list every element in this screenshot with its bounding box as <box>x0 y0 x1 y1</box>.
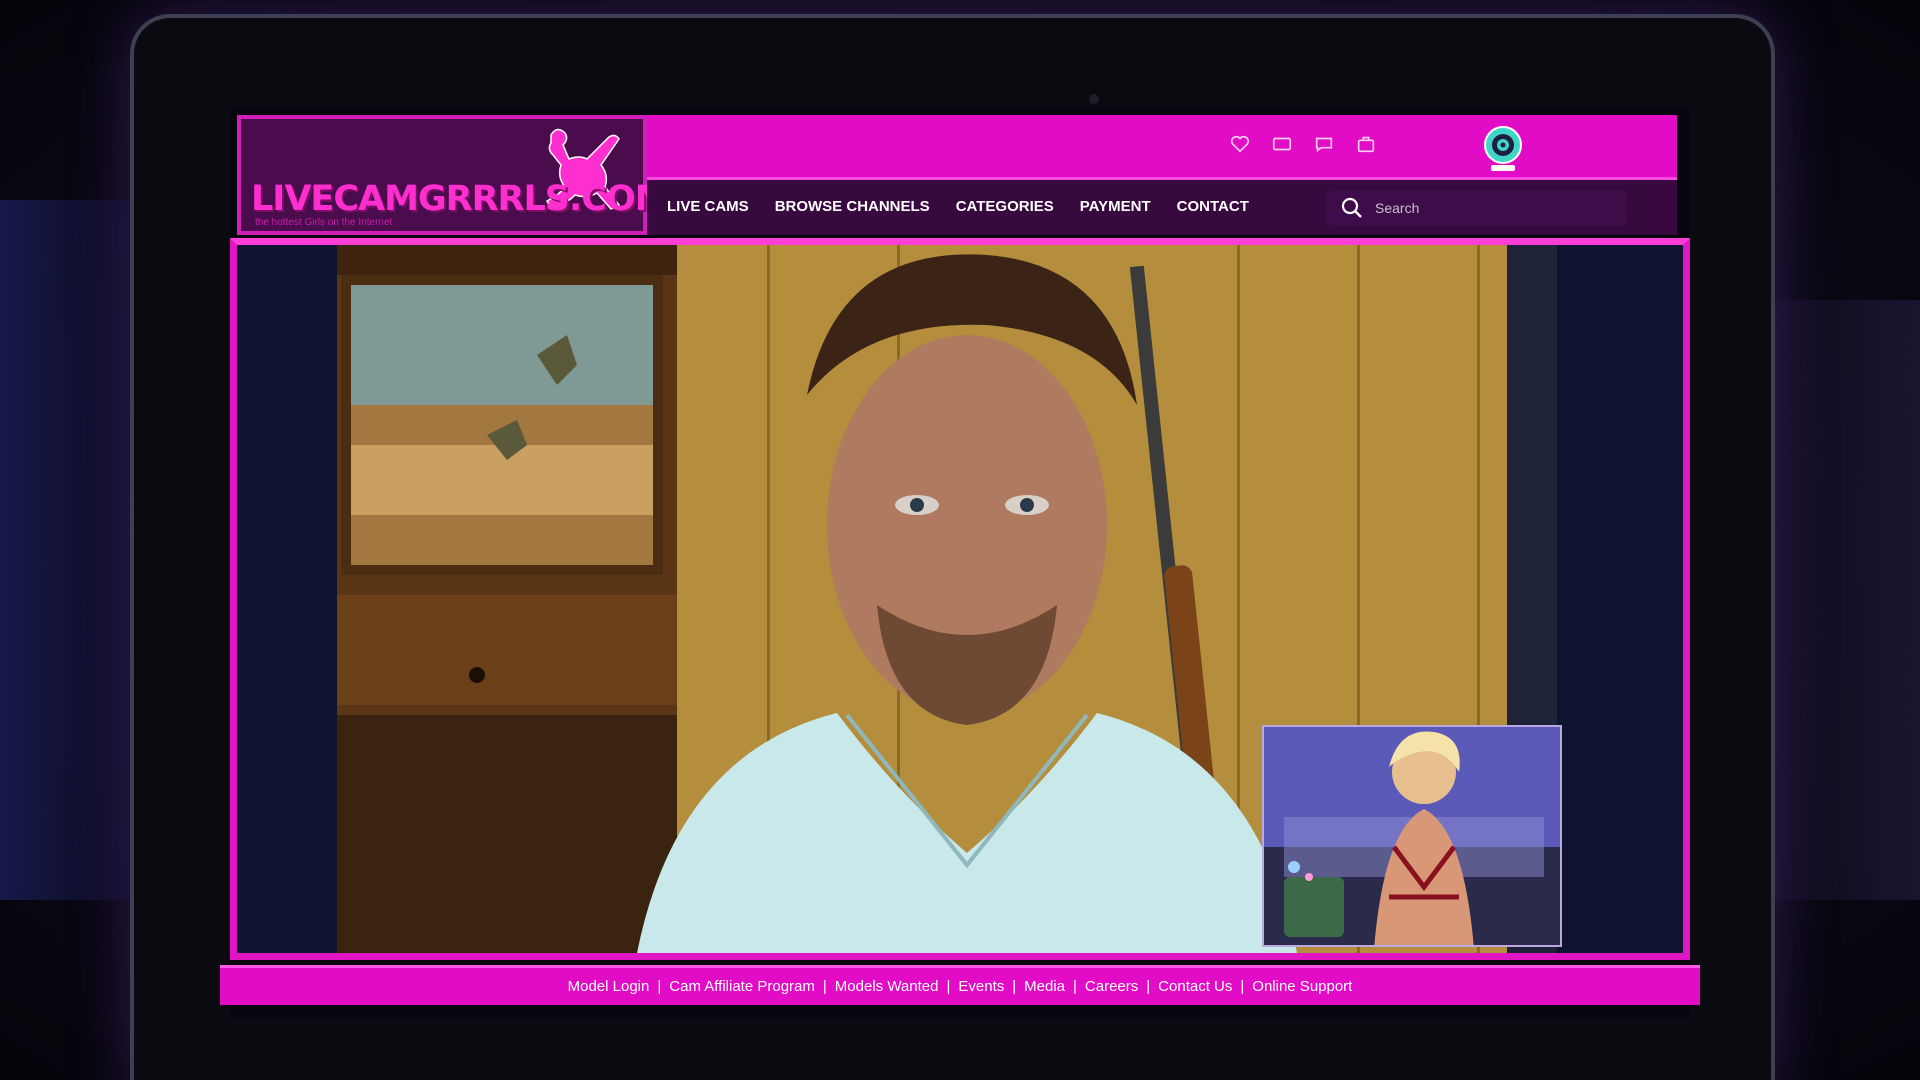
footer-link-events[interactable]: Events <box>958 978 1004 995</box>
footer-link-models-wanted[interactable]: Models Wanted <box>835 978 939 995</box>
footer-link-contact-us[interactable]: Contact Us <box>1158 978 1232 995</box>
picture-in-picture-video[interactable] <box>1262 725 1562 947</box>
heart-icon[interactable] <box>1229 133 1251 155</box>
footer-separator: | <box>1012 978 1017 995</box>
search-box <box>1327 190 1627 226</box>
nav-payment[interactable]: PAYMENT <box>1080 198 1151 215</box>
nav-contact[interactable]: CONTACT <box>1177 198 1249 215</box>
logo-text: LIVECAMGRRRLS.COM <box>251 179 670 219</box>
footer-link-media[interactable]: Media <box>1024 978 1065 995</box>
bag-icon[interactable] <box>1355 133 1377 155</box>
footer-link-model-login[interactable]: Model Login <box>568 978 650 995</box>
logo-tagline: the hottest Girls on the Internet <box>255 217 393 228</box>
chat-icon[interactable] <box>1313 133 1335 155</box>
webcam-icon[interactable] <box>1477 123 1529 175</box>
search-icon[interactable] <box>1339 195 1365 221</box>
site-logo[interactable]: LIVECAMGRRRLS.COM the hottest Girls on t… <box>237 115 670 235</box>
footer-separator: | <box>946 978 951 995</box>
footer-separator: | <box>822 978 827 995</box>
topbar-icons <box>1229 133 1377 155</box>
footer-link-online-support[interactable]: Online Support <box>1252 978 1352 995</box>
nav-live-cams[interactable]: LIVE CAMS <box>667 198 749 215</box>
topbar <box>647 115 1677 177</box>
footer-link-careers[interactable]: Careers <box>1085 978 1138 995</box>
nav-items: LIVE CAMS BROWSE CHANNELS CATEGORIES PAY… <box>667 198 1249 215</box>
site-header: LIVECAMGRRRLS.COM the hottest Girls on t… <box>237 115 1677 235</box>
laptop-camera <box>1089 94 1099 104</box>
footer-separator: | <box>1240 978 1245 995</box>
footer-separator: | <box>657 978 662 995</box>
footer-link-cam-affiliate-program[interactable]: Cam Affiliate Program <box>669 978 815 995</box>
main-nav: LIVE CAMS BROWSE CHANNELS CATEGORIES PAY… <box>647 177 1677 235</box>
nav-browse-channels[interactable]: BROWSE CHANNELS <box>775 198 930 215</box>
pip-scene-illustration <box>1264 727 1560 945</box>
footer-separator: | <box>1146 978 1151 995</box>
site-footer: Model Login | Cam Affiliate Program | Mo… <box>220 965 1700 1005</box>
footer-separator: | <box>1073 978 1077 995</box>
nav-categories[interactable]: CATEGORIES <box>956 198 1054 215</box>
search-input[interactable] <box>1375 200 1605 216</box>
mail-icon[interactable] <box>1271 133 1293 155</box>
footer-links: Model Login | Cam Affiliate Program | Mo… <box>568 978 1353 995</box>
